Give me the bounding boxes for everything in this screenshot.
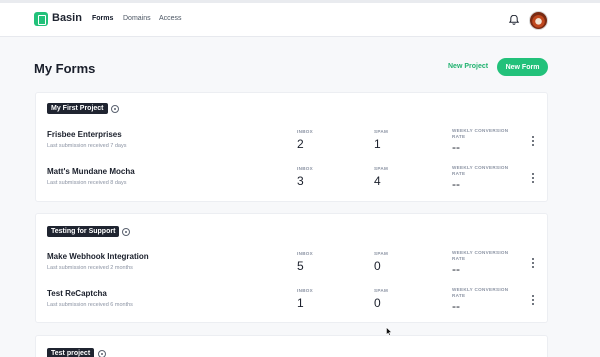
form-more-menu-icon[interactable] bbox=[531, 173, 535, 183]
spam-count[interactable]: 0 bbox=[374, 296, 381, 310]
project-name-badge[interactable]: My First Project bbox=[47, 103, 108, 114]
inbox-count[interactable]: 5 bbox=[297, 259, 304, 273]
nav-access[interactable]: Access bbox=[159, 15, 182, 22]
spam-count[interactable]: 4 bbox=[374, 174, 381, 188]
mouse-pointer-icon bbox=[386, 327, 392, 336]
form-row[interactable]: Matt's Mundane Mocha Last submission rec… bbox=[36, 165, 547, 203]
new-form-button[interactable]: New Form bbox=[497, 58, 548, 76]
form-more-menu-icon[interactable] bbox=[531, 295, 535, 305]
conversion-rate: -- bbox=[452, 140, 460, 154]
project-settings-gear-icon[interactable] bbox=[111, 105, 119, 113]
project-card: Test project bbox=[35, 335, 548, 357]
inbox-label: INBOX bbox=[297, 166, 314, 171]
form-row[interactable]: Test ReCaptcha Last submission received … bbox=[36, 287, 547, 325]
form-last-submission: Last submission received 7 days bbox=[47, 143, 127, 149]
form-more-menu-icon[interactable] bbox=[531, 258, 535, 268]
form-row[interactable]: Make Webhook Integration Last submission… bbox=[36, 250, 547, 288]
top-navbar: Basin Forms Domains Access bbox=[0, 3, 600, 37]
nav-forms[interactable]: Forms bbox=[92, 15, 113, 22]
form-more-menu-icon[interactable] bbox=[531, 136, 535, 146]
page-title: My Forms bbox=[34, 61, 96, 76]
conversion-rate: -- bbox=[452, 177, 460, 191]
inbox-count[interactable]: 3 bbox=[297, 174, 304, 188]
inbox-label: INBOX bbox=[297, 251, 314, 256]
user-avatar[interactable] bbox=[529, 11, 548, 30]
inbox-count[interactable]: 1 bbox=[297, 296, 304, 310]
inbox-label: INBOX bbox=[297, 288, 314, 293]
notification-bell-icon[interactable] bbox=[508, 14, 520, 26]
spam-label: SPAM bbox=[374, 129, 389, 134]
inbox-count[interactable]: 2 bbox=[297, 137, 304, 151]
spam-label: SPAM bbox=[374, 288, 389, 293]
form-last-submission: Last submission received 6 months bbox=[47, 302, 133, 308]
conversion-rate: -- bbox=[452, 262, 460, 276]
project-card: My First Project Frisbee Enterprises Las… bbox=[35, 92, 548, 202]
form-name[interactable]: Matt's Mundane Mocha bbox=[47, 167, 135, 176]
new-project-button[interactable]: New Project bbox=[448, 63, 488, 70]
form-name[interactable]: Make Webhook Integration bbox=[47, 252, 149, 261]
project-settings-gear-icon[interactable] bbox=[122, 228, 130, 236]
project-card: Testing for Support Make Webhook Integra… bbox=[35, 213, 548, 323]
spam-count[interactable]: 1 bbox=[374, 137, 381, 151]
conversion-rate: -- bbox=[452, 299, 460, 313]
spam-label: SPAM bbox=[374, 251, 389, 256]
brand-name[interactable]: Basin bbox=[52, 12, 82, 24]
spam-label: SPAM bbox=[374, 166, 389, 171]
project-settings-gear-icon[interactable] bbox=[98, 350, 106, 357]
spam-count[interactable]: 0 bbox=[374, 259, 381, 273]
nav-domains[interactable]: Domains bbox=[123, 15, 151, 22]
form-last-submission: Last submission received 8 days bbox=[47, 180, 127, 186]
form-name[interactable]: Frisbee Enterprises bbox=[47, 130, 122, 139]
inbox-label: INBOX bbox=[297, 129, 314, 134]
form-last-submission: Last submission received 2 months bbox=[47, 265, 133, 271]
basin-logo-icon[interactable] bbox=[34, 12, 48, 26]
form-name[interactable]: Test ReCaptcha bbox=[47, 289, 107, 298]
form-row[interactable]: Frisbee Enterprises Last submission rece… bbox=[36, 128, 547, 166]
project-name-badge[interactable]: Test project bbox=[47, 348, 95, 357]
project-name-badge[interactable]: Testing for Support bbox=[47, 226, 120, 237]
